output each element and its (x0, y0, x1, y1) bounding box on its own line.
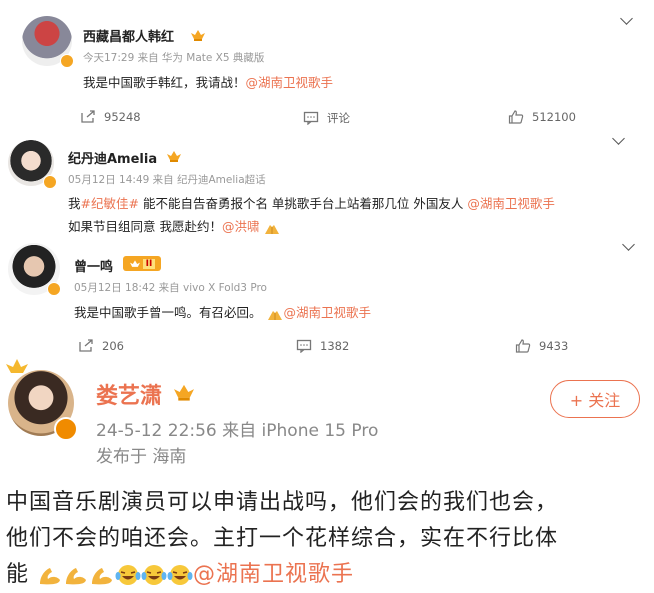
flexed-biceps-emoji (92, 568, 113, 585)
praying-hands-emoji (267, 310, 282, 320)
flexed-biceps-emoji (66, 568, 87, 585)
post-location: 发布于 海南 (96, 447, 187, 467)
laughing-tears-emoji (115, 565, 141, 585)
chevron-down-icon[interactable] (622, 238, 635, 251)
post-meta: 24-5-12 22:56 来自 iPhone 15 Pro (96, 421, 379, 441)
verified-badge-icon (43, 175, 57, 189)
follow-button[interactable]: + 关注 (550, 380, 640, 418)
author-name[interactable]: 纪丹迪Amelia (68, 148, 157, 167)
like-button[interactable]: 9433 (515, 339, 568, 353)
author-name[interactable]: 曾一鸣 (74, 256, 113, 275)
post-text-line: 中国音乐剧演员可以申请出战吗，他们会的我们也会， (6, 490, 559, 515)
repost-button[interactable]: 95248 (80, 110, 141, 124)
comment-icon (296, 339, 312, 353)
post-text-line: 如果节目组同意 我愿赴约！@洪啸 (68, 216, 281, 235)
mention-link[interactable]: @湖南卫视歌手 (284, 305, 372, 320)
mention-link[interactable]: @湖南卫视歌手 (193, 562, 354, 587)
level-badge: II (123, 256, 161, 271)
chevron-down-icon[interactable] (620, 12, 633, 25)
like-icon (508, 110, 524, 124)
laughing-tears-emoji (141, 565, 167, 585)
post-text-line: 他们不会的咱还会。主打一个花样综合，实在不行比体 (6, 526, 559, 551)
repost-icon (81, 110, 95, 123)
comment-icon (303, 111, 319, 125)
crown-icon (191, 30, 205, 41)
repost-icon (79, 339, 93, 352)
post-meta: 今天17:29 来自 华为 Mate X5 典藏版 (83, 52, 265, 64)
laughing-tears-emoji (167, 565, 193, 585)
comment-button[interactable]: 评论 (303, 110, 350, 126)
post-text: 我是中国歌手曾一鸣。有召必回。 @湖南卫视歌手 (74, 305, 372, 320)
mention-link[interactable]: @湖南卫视歌手 (467, 196, 555, 211)
flexed-biceps-emoji (40, 568, 61, 585)
praying-hands-emoji (265, 224, 280, 234)
mention-link[interactable]: @洪啸 (222, 219, 260, 234)
like-icon (515, 339, 531, 353)
post-text-line: 能 @湖南卫视歌手 (6, 562, 355, 587)
post-meta: 05月12日 18:42 来自 vivo X Fold3 Pro (74, 282, 267, 294)
repost-button[interactable]: 206 (78, 339, 124, 353)
comment-button[interactable]: 1382 (296, 339, 349, 353)
post-text: 我是中国歌手韩红，我请战！@湖南卫视歌手 (83, 75, 334, 90)
mention-link[interactable]: @湖南卫视歌手 (246, 75, 334, 90)
verified-badge-icon (60, 54, 74, 68)
hashtag-link[interactable]: #纪敏佳# (81, 196, 139, 211)
crown-icon (167, 151, 181, 162)
like-button[interactable]: 512100 (508, 110, 576, 124)
post-text-line: 我#纪敏佳# 能不能自告奋勇报个名 单挑歌手台上站着那几位 外国友人 @湖南卫视… (68, 196, 555, 211)
verified-badge-icon (47, 282, 61, 296)
verified-badge-icon (54, 417, 78, 441)
crown-icon (129, 259, 140, 267)
author-name[interactable]: 西藏昌都人韩红 (83, 26, 174, 45)
crown-icon (174, 384, 194, 401)
post-meta: 05月12日 14:49 来自 纪丹迪Amelia超话 (68, 174, 266, 186)
author-name[interactable]: 娄艺潇 (96, 378, 162, 410)
chevron-down-icon[interactable] (612, 132, 625, 145)
